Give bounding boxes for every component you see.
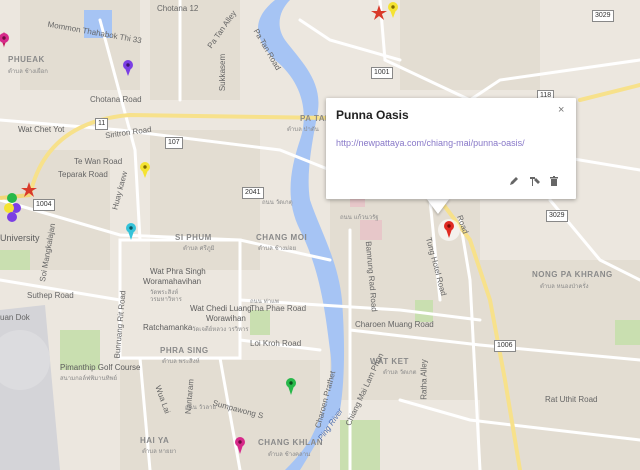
marker-pin-magenta[interactable]	[235, 437, 245, 454]
info-window-title: Punna Oasis	[336, 108, 409, 122]
marker-pin-yellow[interactable]	[388, 2, 398, 18]
marker-star-red[interactable]	[371, 5, 387, 20]
marker-selected-punna-oasis[interactable]	[438, 219, 460, 241]
close-icon[interactable]: ×	[558, 104, 564, 116]
trash-icon[interactable]	[548, 174, 560, 192]
marker-pin-yellow[interactable]	[140, 162, 150, 178]
marker-pin-green[interactable]	[286, 378, 296, 395]
marker-cluster[interactable]	[4, 193, 21, 222]
marker-pin-cyan[interactable]	[126, 223, 136, 240]
info-window-tail	[426, 198, 450, 214]
map-markers	[0, 2, 460, 454]
marker-pin-magenta[interactable]	[0, 32, 9, 48]
marker-star-red[interactable]	[21, 182, 37, 197]
marker-pin-purple[interactable]	[123, 60, 133, 76]
style-icon[interactable]	[529, 174, 541, 192]
pencil-icon[interactable]	[508, 174, 520, 192]
info-window-link[interactable]: http://newpattaya.com/chiang-mai/punna-o…	[336, 138, 525, 148]
info-window: Punna Oasis http://newpattaya.com/chiang…	[326, 98, 576, 199]
